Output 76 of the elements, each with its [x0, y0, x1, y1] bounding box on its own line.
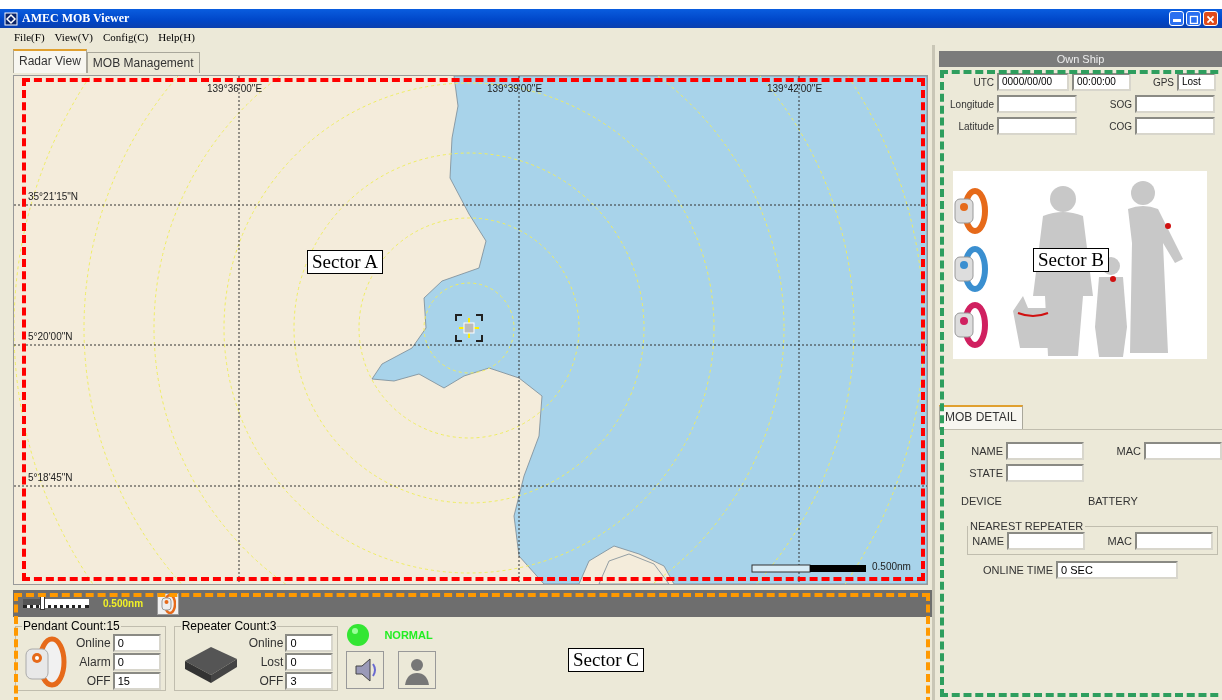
window-title: AMEC MOB Viewer	[22, 11, 130, 26]
group-title: NEAREST REPEATER	[969, 520, 1085, 532]
input-field[interactable]	[1006, 442, 1084, 460]
close-button[interactable]	[1203, 11, 1218, 26]
field-label: Latitude	[957, 120, 994, 132]
field-label: COG	[1108, 120, 1132, 132]
input-field[interactable]: 0	[112, 652, 161, 671]
field-label: ONLINE TIME	[983, 564, 1054, 576]
longitude-label: 139°42'00"E	[767, 83, 823, 94]
input-field[interactable]: Lost	[1177, 73, 1216, 91]
input-field[interactable]: 0	[285, 652, 334, 671]
field-label: MAC	[1115, 445, 1141, 457]
latitude-label: 5°18'45"N	[28, 472, 73, 483]
field-label: SOG	[1108, 98, 1132, 110]
target-icon	[455, 314, 483, 342]
status-light-icon	[346, 623, 371, 647]
pendant-button[interactable]	[157, 592, 180, 615]
field-label: Alarm	[79, 654, 111, 669]
field-label: Online	[248, 635, 284, 650]
field-label: OFF	[259, 673, 284, 688]
minimize-button[interactable]	[1169, 11, 1184, 26]
field-label: Online	[76, 635, 111, 650]
input-field[interactable]: 0000/00/00	[997, 73, 1069, 91]
scale-label: 0.500nm	[872, 561, 911, 572]
maximize-button[interactable]	[1186, 11, 1201, 26]
status-label: NORMAL	[384, 629, 433, 641]
input-field[interactable]	[1135, 117, 1215, 135]
input-field[interactable]	[1144, 442, 1222, 460]
input-field[interactable]	[1135, 532, 1213, 550]
field-label: STATE	[968, 467, 1003, 479]
field-label: UTC	[972, 76, 994, 88]
input-field[interactable]	[1006, 464, 1084, 482]
field-label: OFF	[86, 673, 111, 688]
tab[interactable]: MOB DETAIL	[939, 405, 1023, 429]
input-field[interactable]: 0	[285, 633, 334, 652]
menu-item[interactable]: View(V)	[54, 30, 93, 43]
app-logo-icon	[4, 11, 18, 26]
field-label: Longitude	[949, 98, 994, 110]
annotation-label: Sector A	[307, 250, 383, 274]
field-label: NAME	[970, 445, 1003, 457]
menu-item[interactable]: Config(C)	[103, 30, 149, 43]
menu-item[interactable]: Help(H)	[158, 30, 195, 43]
longitude-label: 139°36'00"E	[207, 83, 263, 94]
annotation-label: Sector C	[568, 648, 644, 672]
pendant-icon	[22, 635, 68, 688]
range-slider[interactable]	[23, 599, 89, 608]
input-field[interactable]: 00:00:00	[1072, 73, 1131, 91]
field-label: Lost	[260, 654, 284, 669]
longitude-label: 139°39'00"E	[487, 83, 543, 94]
field-label: BATTERY	[1088, 495, 1138, 507]
input-field[interactable]: 3	[285, 671, 334, 690]
field-label: MAC	[1106, 535, 1132, 547]
menu-item[interactable]: File(F)	[14, 30, 45, 43]
group-title: Repeater Count:3	[180, 619, 278, 633]
input-field[interactable]: 0	[112, 633, 161, 652]
group-title: Pendant Count:15	[22, 619, 121, 633]
input-field[interactable]	[1135, 95, 1215, 113]
input-field[interactable]: 0 SEC	[1056, 561, 1179, 579]
range-label: 0.500nm	[103, 598, 144, 609]
tab[interactable]: Radar View	[13, 49, 87, 73]
latitude-label: 35°21'15"N	[28, 191, 79, 202]
person-button[interactable]	[398, 651, 437, 689]
input-field[interactable]	[997, 95, 1077, 113]
latitude-label: 5°20'00"N	[28, 331, 73, 342]
field-label: NAME	[971, 535, 1004, 547]
minimize-icon	[1172, 19, 1181, 22]
tab[interactable]: MOB Management	[86, 52, 200, 73]
field-label: DEVICE	[961, 495, 1003, 507]
pendant-icon	[160, 593, 177, 614]
input-field[interactable]	[997, 117, 1077, 135]
input-field[interactable]: 15	[112, 671, 161, 690]
panel-header: Own Ship	[939, 51, 1222, 67]
annotation-label: Sector B	[1033, 248, 1109, 272]
input-field[interactable]	[1007, 532, 1085, 550]
field-label: GPS	[1151, 76, 1174, 88]
speaker-button[interactable]	[346, 651, 385, 689]
